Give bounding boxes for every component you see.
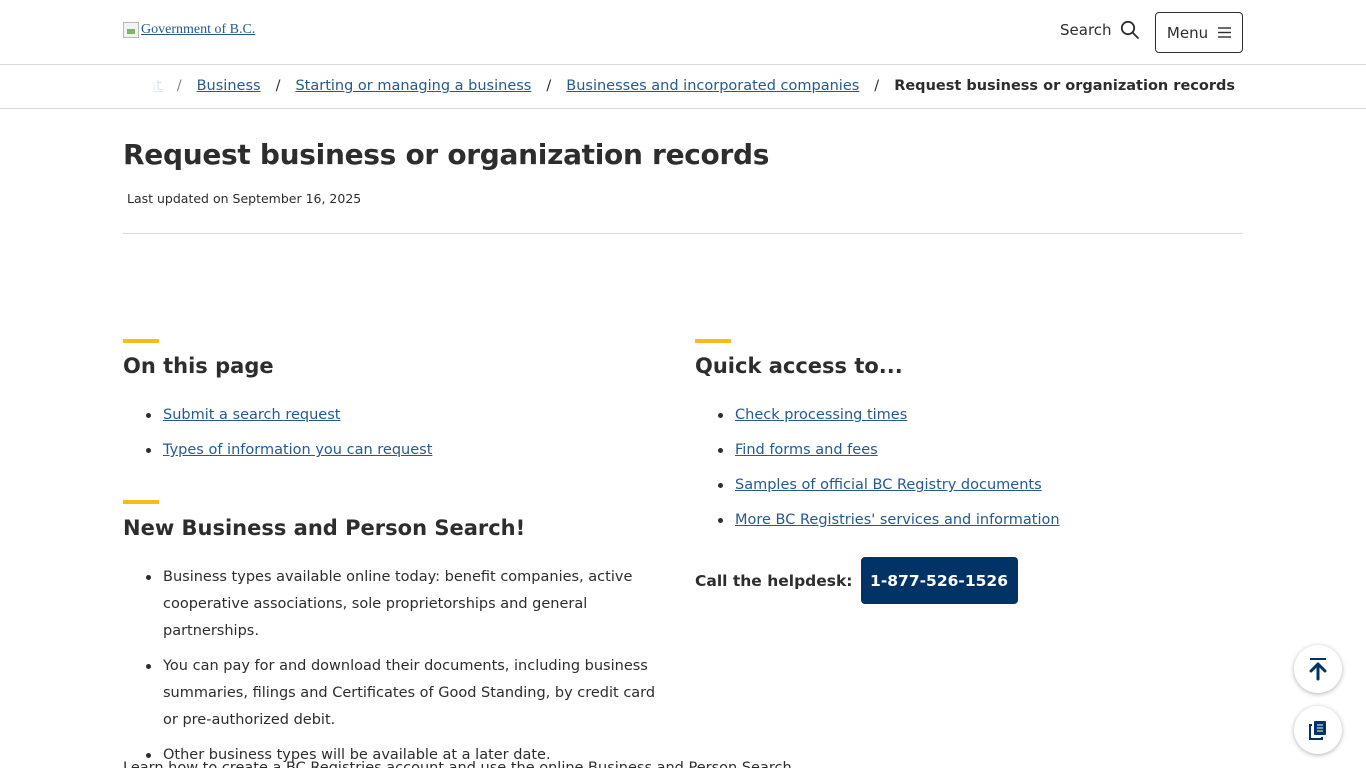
breadcrumb-trail: Economic development / Business / Starti…: [0, 78, 1235, 94]
breadcrumb-separator: /: [275, 78, 281, 94]
menu-label: Menu: [1166, 23, 1209, 42]
more-bc-registries-link[interactable]: More BC Registries' services and informa…: [735, 512, 1060, 528]
quick-access-heading: Quick access to...: [695, 354, 903, 378]
types-of-information-link[interactable]: Types of information you can request: [163, 442, 432, 458]
breadcrumb-link-starting-managing[interactable]: Starting or managing a business: [295, 78, 531, 94]
list-item: Check processing times: [695, 405, 1060, 425]
new-search-heading: New Business and Person Search!: [123, 516, 526, 540]
breadcrumb-link-incorporated-companies[interactable]: Businesses and incorporated companies: [566, 78, 859, 94]
on-this-page-list: Submit a search request Types of informa…: [123, 405, 432, 460]
list-item: Types of information you can request: [123, 440, 432, 460]
quick-access-list: Check processing times Find forms and fe…: [695, 405, 1060, 530]
learn-more-text: Learn how to create a BC Registries acco…: [123, 760, 792, 768]
site-header: Government of B.C. Search Menu: [0, 0, 1366, 65]
check-processing-times-link[interactable]: Check processing times: [735, 407, 907, 423]
helpdesk-phone-button[interactable]: 1-877-526-1526: [860, 557, 1018, 604]
helpdesk: Call the helpdesk: 1-877-526-1526: [695, 557, 1018, 604]
list-item: Find forms and fees: [695, 440, 1060, 460]
list-item: Samples of official BC Registry document…: [695, 475, 1060, 495]
menu-button[interactable]: Menu: [1155, 12, 1243, 53]
breadcrumb-separator: /: [874, 78, 880, 94]
find-forms-fees-link[interactable]: Find forms and fees: [735, 442, 878, 458]
search-label: Search: [1060, 21, 1112, 39]
new-search-list: Business types available online today: b…: [123, 564, 663, 768]
samples-documents-link[interactable]: Samples of official BC Registry document…: [735, 477, 1042, 493]
breadcrumb-link-economic-development[interactable]: Economic development: [0, 78, 162, 94]
list-item: Submit a search request: [123, 405, 432, 425]
search-button[interactable]: Search: [1060, 20, 1140, 40]
logo-alt-text: Government of B.C.: [141, 22, 256, 37]
on-this-page-heading: On this page: [123, 354, 274, 378]
breadcrumb: Economic development / Business / Starti…: [0, 65, 1366, 109]
list-item: Business types available online today: b…: [123, 564, 663, 645]
list-item: You can pay for and download their docum…: [123, 653, 663, 734]
broken-image-icon: [123, 22, 139, 38]
breadcrumb-separator: /: [176, 78, 182, 94]
submit-search-request-link[interactable]: Submit a search request: [163, 407, 340, 423]
gov-bc-logo-link[interactable]: Government of B.C.: [123, 22, 255, 38]
heading-accent-bar: [123, 339, 159, 343]
copy-icon: [1309, 721, 1326, 740]
back-to-top-button[interactable]: [1294, 645, 1342, 693]
heading-accent-bar: [695, 339, 731, 343]
hamburger-icon: [1218, 27, 1232, 38]
search-icon: [1120, 20, 1139, 39]
breadcrumb-current: Request business or organization records: [894, 78, 1235, 94]
breadcrumb-link-business[interactable]: Business: [197, 78, 261, 94]
last-updated: Last updated on September 16, 2025: [127, 191, 362, 206]
breadcrumb-separator: /: [546, 78, 552, 94]
copy-link-button[interactable]: [1294, 706, 1342, 754]
heading-accent-bar: [123, 500, 159, 504]
arrow-up-icon: [1309, 658, 1327, 681]
helpdesk-label: Call the helpdesk:: [695, 571, 853, 590]
page-title: Request business or organization records: [123, 138, 770, 171]
divider: [123, 233, 1243, 234]
list-item: More BC Registries' services and informa…: [695, 510, 1060, 530]
